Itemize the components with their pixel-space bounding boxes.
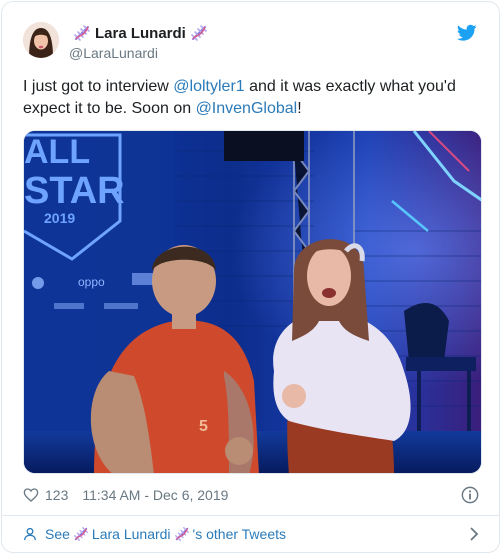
tweet-text-part: I just got to interview	[23, 78, 174, 95]
svg-text:5: 5	[199, 418, 208, 435]
dna-emoji-icon	[73, 527, 88, 541]
footer-suffix: 's other Tweets	[192, 526, 287, 542]
dna-emoji-icon	[74, 25, 90, 41]
dna-emoji-icon	[174, 527, 189, 541]
tweet-text: I just got to interview @loltyler1 and i…	[23, 76, 485, 120]
display-name-row[interactable]: Lara Lunardi	[69, 24, 212, 42]
heart-icon[interactable]	[23, 487, 39, 503]
mention-link-loltyler1[interactable]: @loltyler1	[173, 78, 244, 95]
mention-link-invenglobal[interactable]: @InvenGlobal	[196, 100, 298, 117]
tweet-meta: 123 11:34 AM - Dec 6, 2019	[23, 486, 228, 504]
banner-text-line-1: ALL	[24, 133, 90, 171]
author-names: Lara Lunardi @LaraLunardi	[69, 24, 212, 61]
like-count[interactable]: 123	[45, 487, 68, 503]
display-name: Lara Lunardi	[95, 24, 186, 42]
tweet-header: Lara Lunardi @LaraLunardi	[23, 22, 479, 62]
sponsor-logo: oppo	[78, 275, 105, 289]
twitter-bird-icon[interactable]	[457, 24, 477, 42]
person-icon	[24, 527, 36, 541]
banner-text-line-2: STAR	[24, 170, 125, 212]
chevron-right-icon[interactable]	[469, 527, 479, 541]
footer-see-label: See	[45, 526, 70, 542]
tweet-timestamp[interactable]: 11:34 AM - Dec 6, 2019	[82, 487, 228, 503]
tweet-photo[interactable]: ALL STAR 2019 oppo 5	[23, 130, 482, 474]
tweet-text-part: !	[297, 100, 302, 117]
see-other-tweets-link[interactable]: See Lara Lunardi 's other Tweets	[23, 524, 479, 544]
dna-emoji-icon	[191, 25, 207, 41]
footer-name: Lara Lunardi	[91, 526, 171, 542]
embedded-tweet-card: Lara Lunardi @LaraLunardi I just got to …	[1, 1, 500, 553]
avatar[interactable]	[23, 22, 59, 58]
banner-year: 2019	[44, 210, 75, 226]
divider	[2, 515, 499, 516]
author-handle[interactable]: @LaraLunardi	[69, 45, 212, 61]
info-icon[interactable]	[461, 486, 479, 504]
